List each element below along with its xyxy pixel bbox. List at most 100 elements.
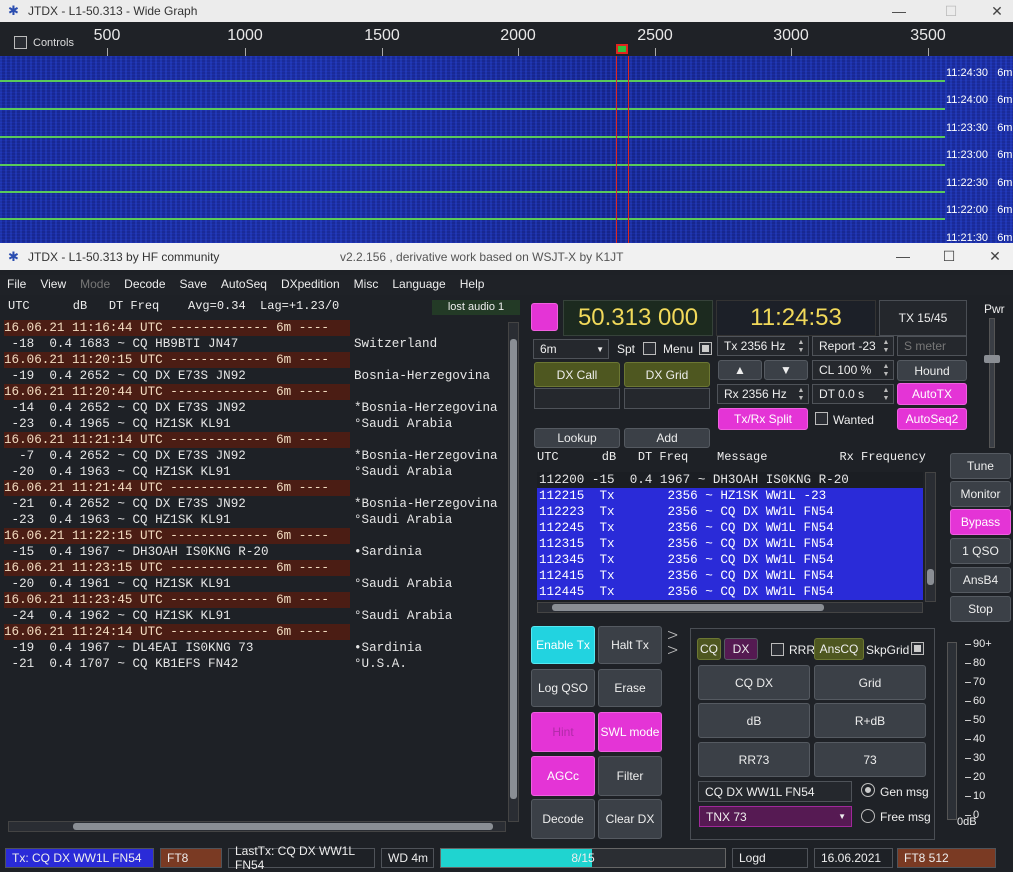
power-slider-handle[interactable] (984, 355, 1000, 363)
tab-arrow-icon[interactable]: ⋀ (667, 646, 678, 654)
decode-row[interactable]: -21 0.4 2652 ~ CQ DX E73S JN92 *Bosnia-He… (4, 496, 506, 512)
skpgrid-checkbox[interactable] (911, 642, 924, 655)
dx-grid-input[interactable] (624, 388, 710, 409)
tx-freq-down-button[interactable]: ▼ (764, 360, 808, 380)
rx-frequency-spinbox[interactable]: Rx 2356 Hz ▲ ▼ (717, 384, 809, 404)
controls-toggle[interactable]: Controls (14, 36, 74, 49)
tx-frequency-marker[interactable] (616, 44, 628, 54)
spin-arrows-icon[interactable]: ▲ ▼ (796, 387, 806, 403)
tx-frequency-spinbox[interactable]: Tx 2356 Hz ▲ ▼ (717, 336, 809, 356)
cl-spinbox[interactable]: CL 100 % ▲ ▼ (812, 360, 894, 380)
menu-mode[interactable]: Mode (73, 275, 117, 295)
cq-button[interactable]: CQ (697, 638, 721, 660)
swl-mode-button[interactable]: SWL mode (598, 712, 662, 752)
anscq-button[interactable]: AnsCQ (814, 638, 864, 660)
controls-checkbox[interactable] (14, 36, 27, 49)
close-icon[interactable]: ✕ (974, 0, 1013, 22)
decode-period-separator[interactable]: 16.06.21 11:24:14 UTC ------------- 6m -… (4, 624, 350, 640)
decode-row[interactable]: -18 0.4 1683 ~ CQ HB9BTI JN47 Switzerland (4, 336, 506, 352)
menu-help[interactable]: Help (453, 275, 492, 295)
menu-checkbox[interactable] (699, 342, 712, 355)
decode-row[interactable]: -23 0.4 1963 ~ CQ HZ1SK KL91 °Saudi Arabi… (4, 512, 506, 528)
filter-button[interactable]: Filter (598, 756, 662, 796)
tx-freq-up-button[interactable]: ▲ (718, 360, 762, 380)
spt-checkbox[interactable] (643, 342, 656, 355)
autoseq2-button[interactable]: AutoSeq2 (897, 408, 967, 430)
maximize-icon[interactable]: ☐ (928, 0, 974, 22)
menu-file[interactable]: File (0, 275, 33, 295)
decode-row[interactable]: -7 0.4 2652 ~ CQ DX E73S JN92 *Bosnia-Her… (4, 448, 506, 464)
wanted-checkbox[interactable] (815, 412, 828, 425)
waterfall-display[interactable]: 11:24:30 6m 11:24:00 6m 11:23:30 6m 11:2… (0, 56, 1013, 243)
decode-row[interactable]: -20 0.4 1961 ~ CQ HZ1SK KL91 °Saudi Arabi… (4, 576, 506, 592)
rx-frequency-list[interactable]: 112200 -15 0.4 1967 ~ DH3OAH IS0KNG R-20… (537, 472, 923, 602)
decode-period-separator[interactable]: 16.06.21 11:23:45 UTC ------------- 6m -… (4, 592, 350, 608)
tx-message-row[interactable]: 112245 Tx 2356 ~ CQ DX WW1L FN54 (537, 520, 923, 536)
dx-call-input[interactable] (534, 388, 620, 409)
monitor-button[interactable]: Monitor (950, 481, 1011, 507)
hound-button[interactable]: Hound (897, 360, 967, 381)
tab-arrow-icon[interactable]: ⋀ (667, 631, 678, 639)
db-button[interactable]: dB (698, 703, 810, 738)
lookup-button[interactable]: Lookup (534, 428, 620, 448)
rx-frequency-hscroll[interactable] (537, 602, 923, 613)
menu-autoseq[interactable]: AutoSeq (214, 275, 274, 295)
rr73-button[interactable]: RR73 (698, 742, 810, 777)
decode-row[interactable]: -23 0.4 1965 ~ CQ HZ1SK KL91 °Saudi Arabi… (4, 416, 506, 432)
clear-dx-button[interactable]: Clear DX (598, 799, 662, 839)
tx-message-row[interactable]: 112223 Tx 2356 ~ CQ DX WW1L FN54 (537, 504, 923, 520)
decode-row[interactable]: -20 0.4 1963 ~ CQ HZ1SK KL91 °Saudi Arabi… (4, 464, 506, 480)
enable-tx-button[interactable]: Enable Tx (531, 626, 595, 664)
menu-language[interactable]: Language (385, 275, 452, 295)
one-qso-button[interactable]: 1 QSO (950, 538, 1011, 564)
add-button[interactable]: Add (624, 428, 710, 448)
decode-row[interactable]: -24 0.4 1962 ~ CQ HZ1SK KL91 °Saudi Arabi… (4, 608, 506, 624)
rx-frequency-vscroll[interactable] (925, 472, 936, 602)
menu-decode[interactable]: Decode (117, 275, 172, 295)
menu-view[interactable]: View (33, 275, 73, 295)
free-msg-radio[interactable] (861, 809, 875, 823)
scroll-thumb[interactable] (510, 339, 517, 799)
decode-row[interactable]: -15 0.4 1967 ~ DH3OAH IS0KNG R-20 •Sardin… (4, 544, 506, 560)
hint-button[interactable]: Hint (531, 712, 595, 752)
report-spinbox[interactable]: Report -23 ▲ ▼ (812, 336, 894, 356)
agcc-button[interactable]: AGCc (531, 756, 595, 796)
dial-frequency-display[interactable]: 50.313 000 (563, 300, 713, 336)
tx-message-row[interactable]: 112445 Tx 2356 ~ CQ DX WW1L FN54 (537, 584, 923, 600)
decode-period-separator[interactable]: 16.06.21 11:20:44 UTC ------------- 6m -… (4, 384, 350, 400)
free-msg-select[interactable]: TNX 73 ▼ (699, 806, 852, 827)
frequency-scale[interactable]: Controls 500 1000 1500 2000 2500 3000 35… (0, 22, 1013, 56)
minimize-icon[interactable]: — (876, 0, 922, 22)
log-qso-button[interactable]: Log QSO (531, 669, 595, 707)
grid-button[interactable]: Grid (814, 665, 926, 700)
decode-period-separator[interactable]: 16.06.21 11:20:15 UTC ------------- 6m -… (4, 352, 350, 368)
autotx-button[interactable]: AutoTX (897, 383, 967, 405)
spin-arrows-icon[interactable]: ▲ ▼ (881, 387, 891, 403)
tune-button[interactable]: Tune (950, 453, 1011, 479)
decode-row[interactable]: -21 0.4 1707 ~ CQ KB1EFS FN42 °U.S.A. (4, 656, 506, 672)
gen-msg-field[interactable]: CQ DX WW1L FN54 (698, 781, 852, 802)
wide-graph[interactable]: Controls 500 1000 1500 2000 2500 3000 35… (0, 22, 1013, 243)
txrx-split-button[interactable]: Tx/Rx Split (718, 408, 808, 430)
erase-button[interactable]: Erase (598, 669, 662, 707)
spin-arrows-icon[interactable]: ▲ ▼ (881, 339, 891, 355)
decode-row[interactable]: -14 0.4 2652 ~ CQ DX E73S JN92 *Bosnia-He… (4, 400, 506, 416)
tx-message-row[interactable]: 112345 Tx 2356 ~ CQ DX WW1L FN54 (537, 552, 923, 568)
decode-row[interactable]: -19 0.4 2652 ~ CQ DX E73S JN92 Bosnia-Her… (4, 368, 506, 384)
decode-period-separator[interactable]: 16.06.21 11:23:15 UTC ------------- 6m -… (4, 560, 350, 576)
halt-tx-button[interactable]: Halt Tx (598, 626, 662, 664)
tx-message-row[interactable]: 112415 Tx 2356 ~ CQ DX WW1L FN54 (537, 568, 923, 584)
band-activity-list[interactable]: 16.06.21 11:16:44 UTC ------------- 6m -… (4, 320, 506, 820)
rrr-checkbox[interactable] (771, 643, 784, 656)
r-db-button[interactable]: R+dB (814, 703, 926, 738)
ansb4-button[interactable]: AnsB4 (950, 567, 1011, 593)
spin-arrows-icon[interactable]: ▲ ▼ (796, 339, 806, 355)
decode-period-separator[interactable]: 16.06.21 11:21:44 UTC ------------- 6m -… (4, 480, 350, 496)
power-slider[interactable] (989, 318, 995, 448)
decode-row[interactable]: -19 0.4 1967 ~ DL4EAI IS0KNG 73 •Sardinia (4, 640, 506, 656)
close-icon[interactable]: ✕ (972, 243, 1013, 270)
band-select[interactable]: 6m ▼ (533, 339, 609, 359)
dx-call-button[interactable]: DX Call (534, 362, 620, 387)
decode-button[interactable]: Decode (531, 799, 595, 839)
seventy-three-button[interactable]: 73 (814, 742, 926, 777)
